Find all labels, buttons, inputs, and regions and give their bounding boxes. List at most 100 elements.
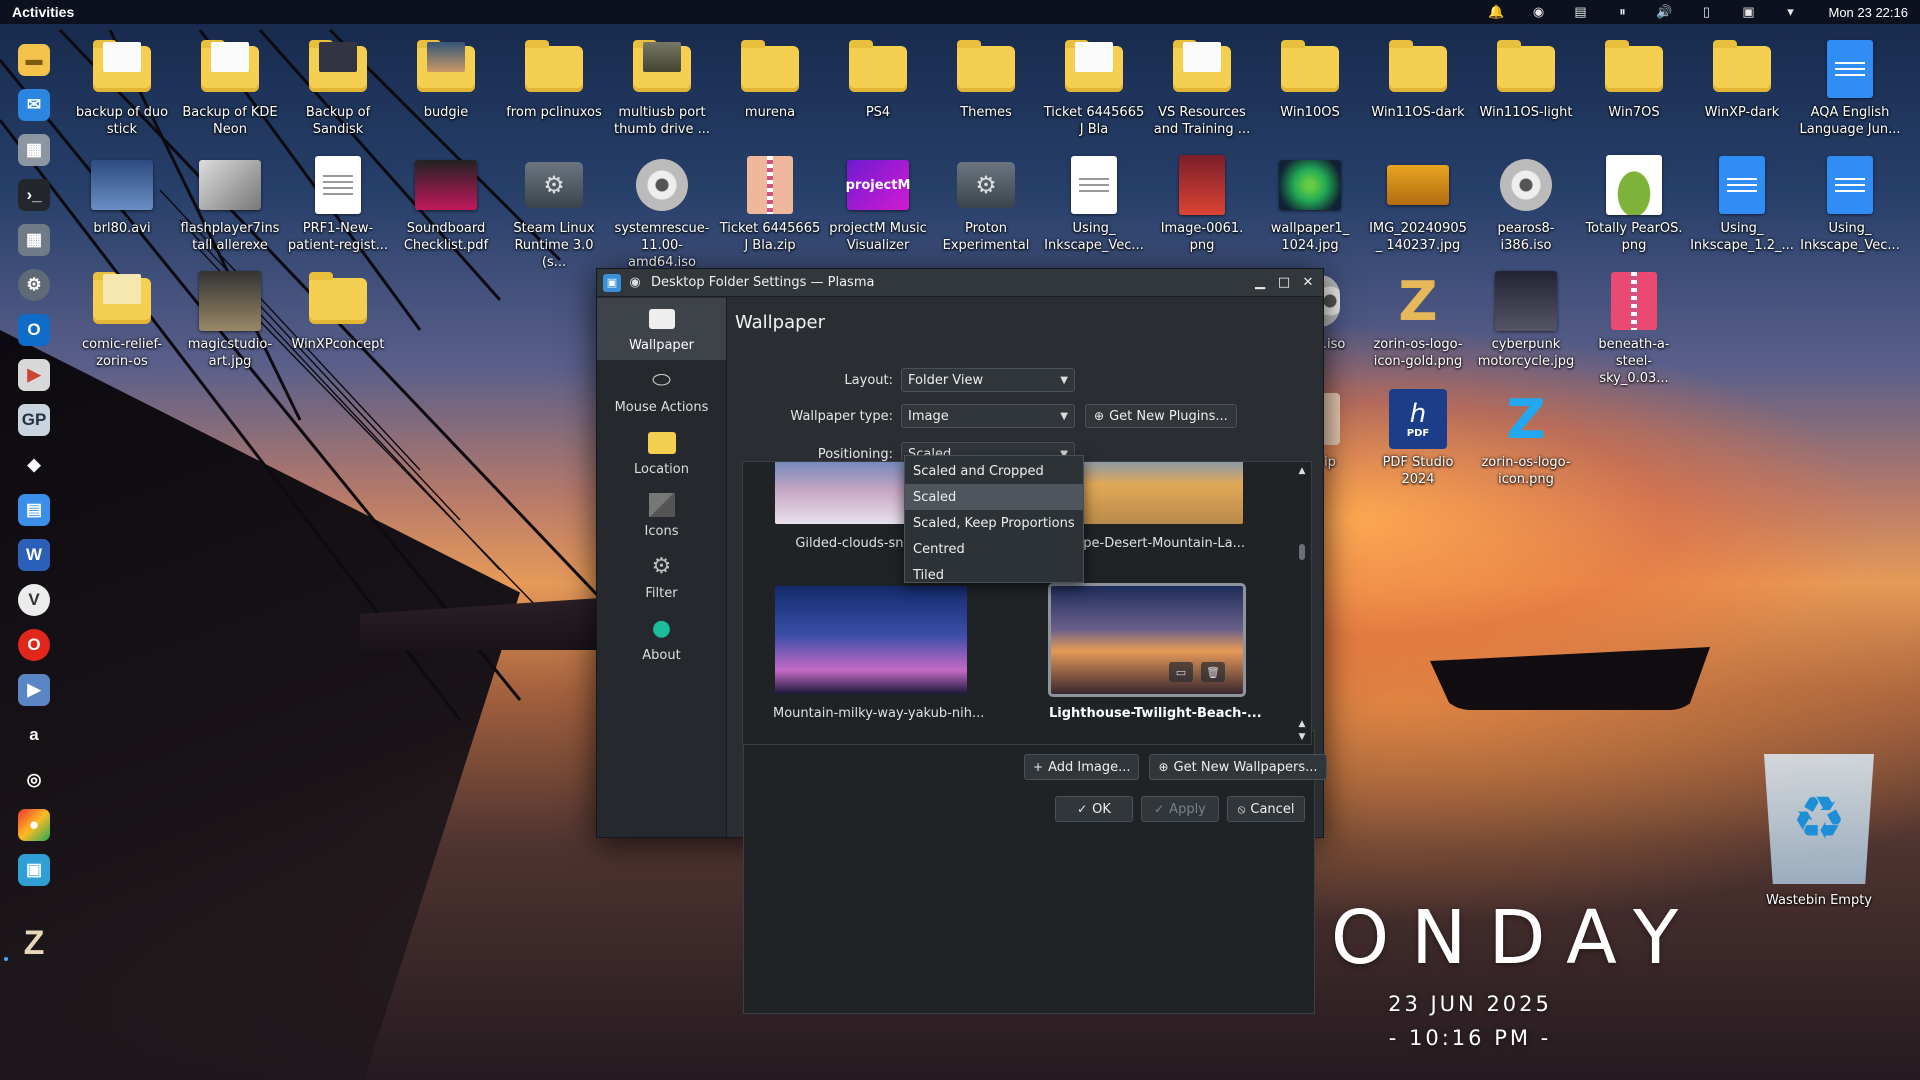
add-image-button[interactable]: + Add Image... [1024,754,1140,780]
desktop-icon[interactable]: flashplayer7install allerexe [178,154,282,254]
desktop-icon[interactable]: from pclinuxos [502,38,606,121]
settings-app-icon[interactable]: ⚙ [18,269,50,301]
desktop-icon[interactable]: murena [718,38,822,121]
accessibility-icon[interactable]: ◉ [1530,4,1546,20]
files-app-icon[interactable]: ▬ [18,44,50,76]
scroll-up-icon[interactable]: ▲ [1295,464,1309,478]
audacity-app-icon[interactable]: a [18,719,50,751]
sidebar-item-icons[interactable]: Icons [597,484,726,546]
desktop-icon[interactable]: Image-0061. png [1150,154,1254,254]
scroll-down-icon[interactable]: ▼ [1295,730,1309,744]
dropdown-option[interactable]: Scaled, Keep Proportions [905,510,1083,536]
desktop-icon[interactable]: h PDF PDF Studio 2024 [1366,388,1470,488]
speaker-app-icon[interactable]: ◎ [18,764,50,796]
get-new-wallpapers-button[interactable]: ⊕ Get New Wallpapers... [1149,754,1327,780]
scroll-up-icon[interactable]: ▲ [1295,718,1309,730]
desktop-icon[interactable]: multiusb port thumb drive ... [610,38,714,138]
desktop-icon[interactable]: Win10OS [1258,38,1362,121]
desktop-icon[interactable]: PRF1-New-patient-regist... [286,154,390,254]
clipboard-icon[interactable]: ▤ [1572,4,1588,20]
chrome-app-icon[interactable]: ● [18,809,50,841]
mail-app-icon[interactable]: ✉ [18,89,50,121]
usb-drive-icon[interactable]: ▯ [1698,4,1714,20]
desktop-icon[interactable]: AQA English Language Jun... [1798,38,1902,138]
open-folder-icon[interactable]: ▭ [1169,662,1193,682]
desktop-icon[interactable]: ⚙ Steam Linux Runtime 3.0 (s... [502,154,606,271]
desktop-icon[interactable]: Themes [934,38,1038,121]
get-new-plugins-button[interactable]: ⊕ Get New Plugins... [1085,404,1237,428]
dialog-titlebar[interactable]: ▣ ◉ Desktop Folder Settings — Plasma ▁ □… [597,269,1323,297]
pin-icon[interactable]: ◉ [627,275,643,291]
desktop-icon[interactable]: Z zorin-os-logo-icon.png [1474,388,1578,488]
desktop-icon[interactable]: comic-relief-zorin-os [70,270,174,370]
vivaldi-app-icon[interactable]: V [18,584,50,616]
desktop-icon[interactable]: Backup of Sandisk [286,38,390,138]
desktop-icon[interactable]: IMG_20240905_ 140237.jpg [1366,154,1470,254]
sidebar-item-wallpaper[interactable]: Wallpaper [597,298,726,360]
desktop-icon[interactable]: ⚙ Proton Experimental [934,154,1038,254]
desktop-icon[interactable]: WinXP-dark [1690,38,1794,121]
trash[interactable]: ♻ Wastebin Empty [1762,754,1876,909]
sidebar-item-mouse-actions[interactable]: ⬭ Mouse Actions [597,360,726,422]
dropdown-option-selected[interactable]: Scaled [905,484,1083,510]
maximize-button[interactable]: □ [1275,274,1293,292]
desktop-icon[interactable]: magicstudio-art.jpg [178,270,282,370]
desktop-icon[interactable]: Z zorin-os-logo-icon-gold.png [1366,270,1470,370]
wallpaper-thumbnail-selected[interactable]: ▭ 🗑 Lighthouse-Twilight-Beach-... [1048,583,1262,721]
desktop-icon[interactable]: projectM projectM Music Visualizer [826,154,930,254]
desktop-icon[interactable]: pearos8-i386.iso [1474,154,1578,254]
desktop-icon[interactable]: backup of duo stick [70,38,174,138]
desktop-settings-app-icon[interactable]: ▣ [18,854,50,886]
inkscape-app-icon[interactable]: ◆ [18,449,50,481]
scrollbar-thumb[interactable] [1299,544,1305,560]
notifications-icon[interactable]: 🔔 [1488,4,1504,20]
zorin-menu-icon[interactable]: Z [9,921,59,965]
apply-button[interactable]: ✓ Apply [1141,796,1219,822]
outlook-app-icon[interactable]: O [18,314,50,346]
word-app-icon[interactable]: W [18,539,50,571]
dropdown-option[interactable]: Centred [905,536,1083,562]
display-icon[interactable]: ▣ [1740,4,1756,20]
desktop-icon[interactable]: Using_ Inkscape_Vec... [1042,154,1146,254]
gimp-app-icon[interactable]: GP [18,404,50,436]
desktop-icon[interactable]: beneath-a-steel-sky_0.03... [1582,270,1686,387]
desktop-icon[interactable]: Soundboard Checklist.pdf [394,154,498,254]
desktop-icon[interactable]: WinXPconcept [286,270,390,353]
desktop-icon[interactable]: Using_ Inkscape_1.2_... [1690,154,1794,254]
panel-clock[interactable]: Mon 23 22:16 [1828,5,1908,20]
dropdown-option[interactable]: Tiled [905,562,1083,588]
wallpaper-thumbnail[interactable]: Mountain-milky-way-yakub-nih... [773,586,984,721]
dropdown-option[interactable]: Scaled and Cropped [905,458,1083,484]
desktop-icon[interactable]: budgie [394,38,498,121]
wallpaper-type-select[interactable]: Image ▼ [901,404,1075,428]
delete-icon[interactable]: 🗑 [1201,662,1225,682]
video-app-icon[interactable]: ▶ [18,674,50,706]
sidebar-item-location[interactable]: Location [597,422,726,484]
desktop-icon[interactable]: brl80.avi [70,154,174,237]
volume-icon[interactable]: 🔊 [1656,4,1672,20]
docs-app-icon[interactable]: ▤ [18,494,50,526]
cancel-button[interactable]: ⦸ Cancel [1227,796,1305,822]
desktop-icon[interactable]: Ticket 6445665 J Bla.zip [718,154,822,254]
opera-app-icon[interactable]: O [18,629,50,661]
desktop-icon[interactable]: Win11OS-light [1474,38,1578,121]
close-button[interactable]: ✕ [1299,274,1317,292]
presentation-app-icon[interactable]: ▶ [18,359,50,391]
software-center-icon[interactable]: ▦ [18,224,50,256]
desktop-icon[interactable]: Totally PearOS. png [1582,154,1686,254]
terminal-app-icon[interactable]: ›_ [18,179,50,211]
tray-expand-icon[interactable]: ▾ [1782,4,1798,20]
pause-icon[interactable]: ⏸ [1614,4,1630,20]
desktop-icon[interactable]: Backup of KDE Neon [178,38,282,138]
desktop-icon[interactable]: Win7OS [1582,38,1686,121]
desktop-icon[interactable]: wallpaper1_ 1024.jpg [1258,154,1362,254]
activities-button[interactable]: Activities [12,4,74,20]
layout-select[interactable]: Folder View ▼ [901,368,1075,392]
desktop-icon[interactable]: VS Resources and Training ... [1150,38,1254,138]
desktop-icon[interactable]: Using_ Inkscape_Vec... [1798,154,1902,254]
minimize-button[interactable]: ▁ [1251,274,1269,292]
gallery-scrollbar[interactable]: ▲ ▲ ▼ [1295,462,1309,744]
desktop-icon[interactable]: systemrescue-11.00-amd64.iso [610,154,714,271]
desktop-icon[interactable]: Ticket 6445665 J Bla [1042,38,1146,138]
desktop-icon[interactable]: cyberpunk motorcycle.jpg [1474,270,1578,370]
